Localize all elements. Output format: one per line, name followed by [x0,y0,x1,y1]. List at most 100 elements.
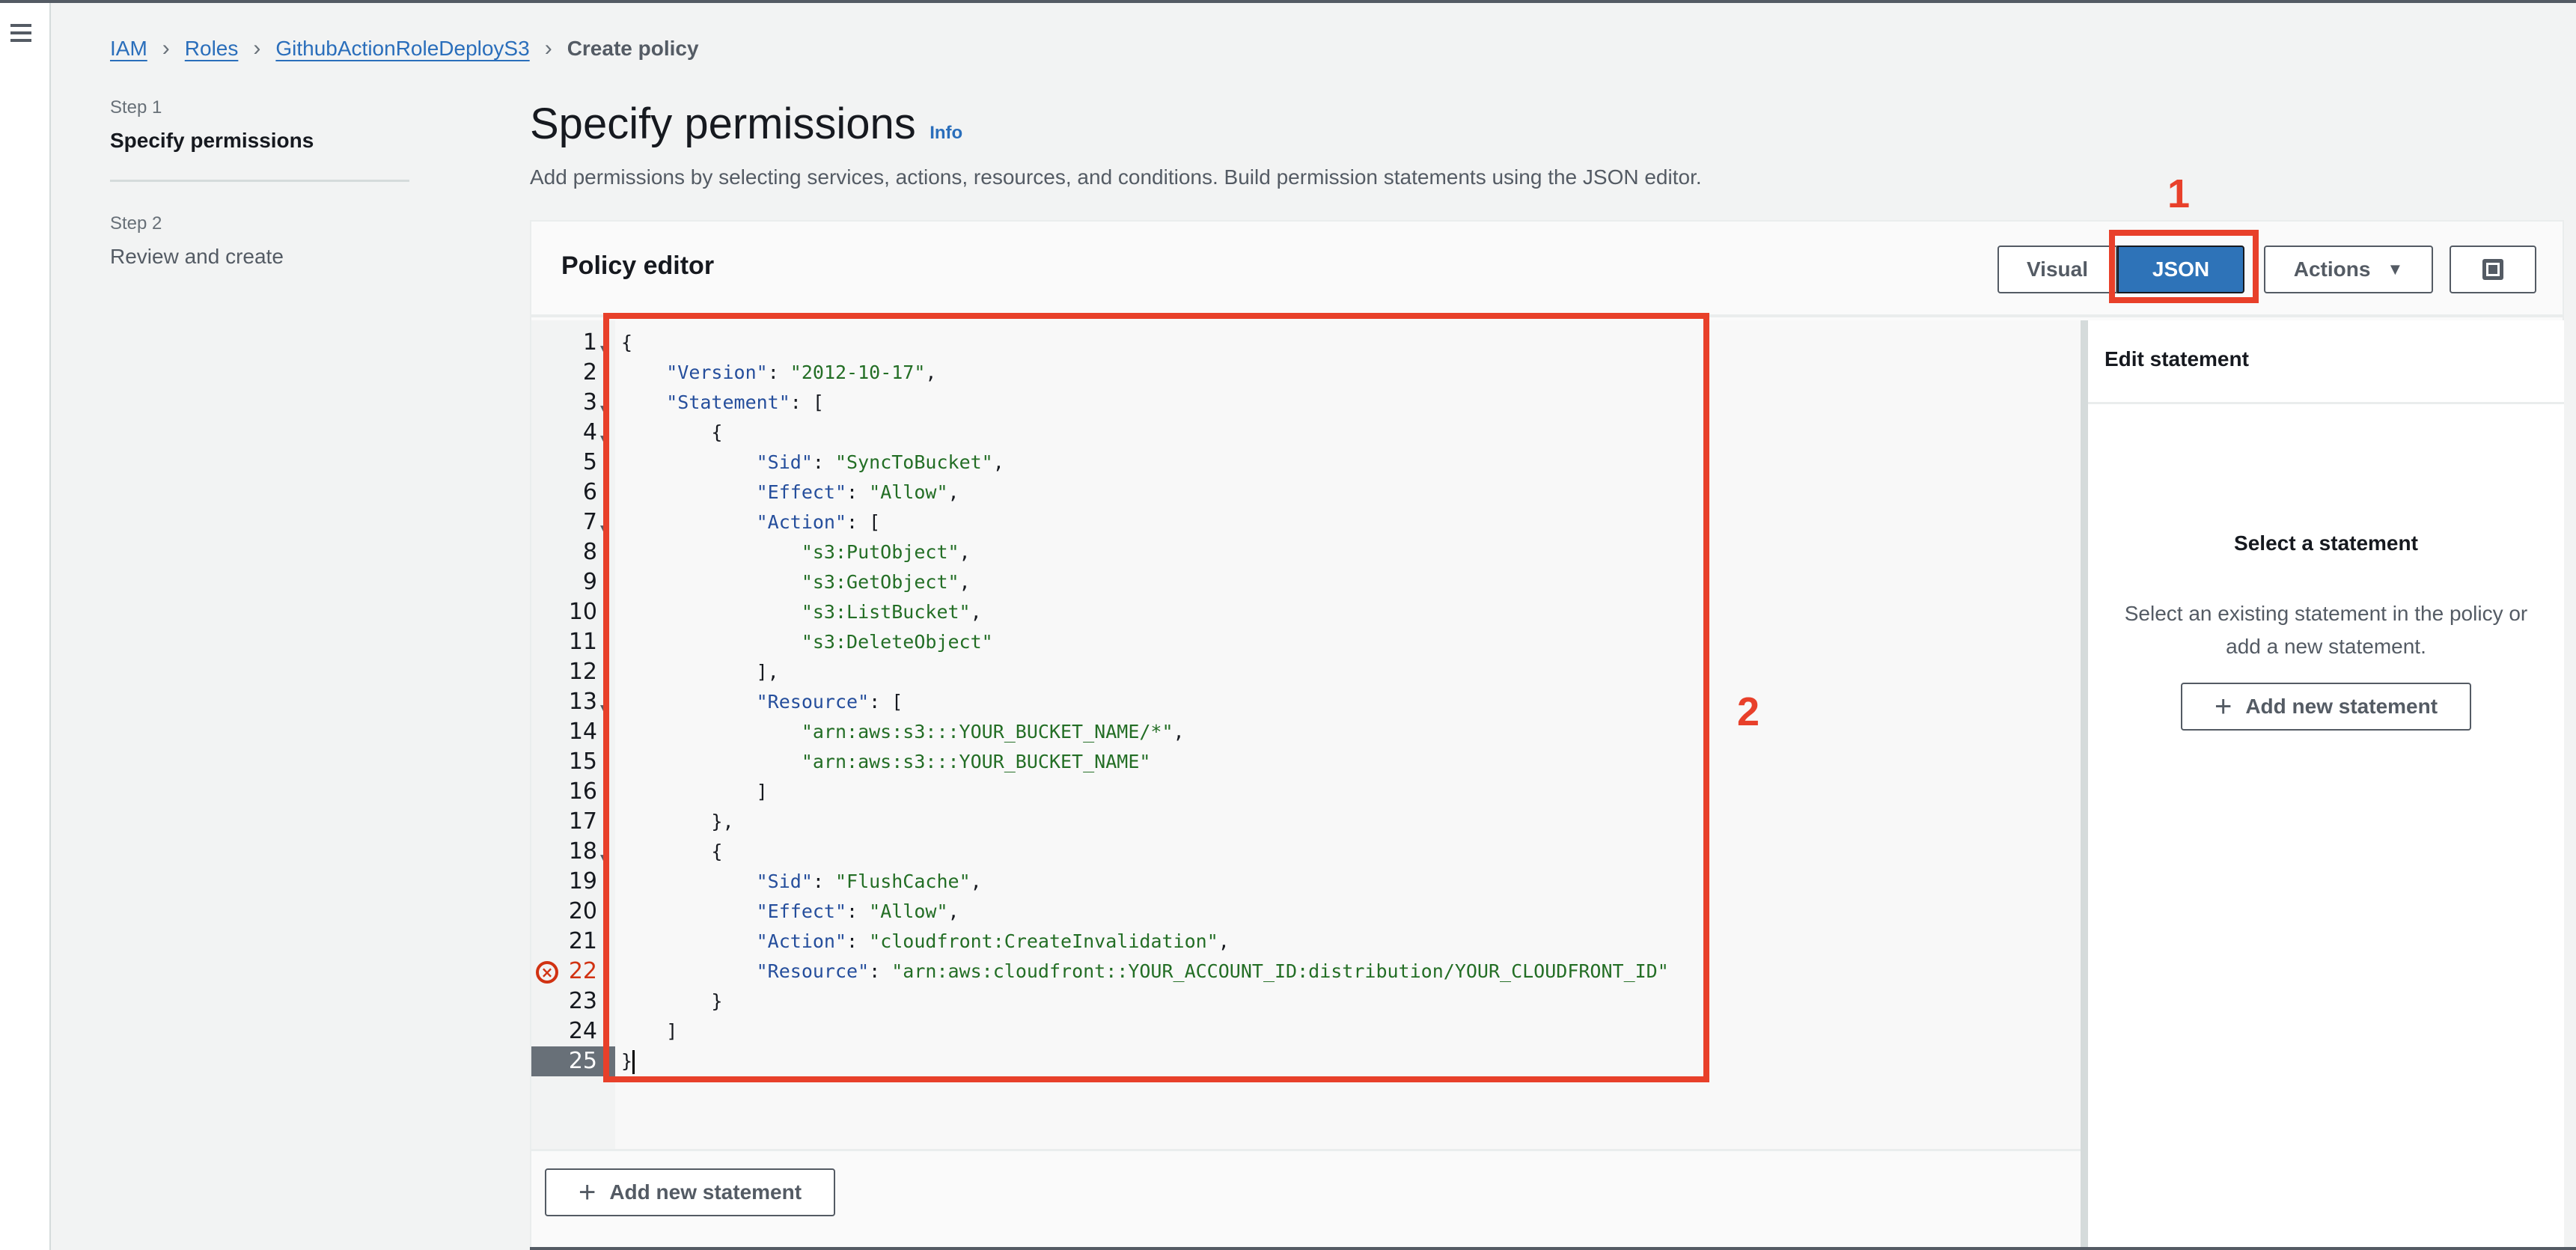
plus-icon: + [578,1176,596,1209]
json-code-editor[interactable]: 1 ▼{2 "Version": "2012-10-17", 3 ▼ "Stateme… [531,320,2081,1151]
code-line[interactable]: 11 "s3:DeleteObject" [531,627,2081,657]
chevron-right-icon: › [162,36,170,61]
page-header: Specify permissions Info Add permissions… [530,99,1702,189]
empty-state-text: Select an existing statement in the poli… [2124,602,2528,658]
empty-state-description: Select an existing statement in the poli… [2088,597,2564,663]
code-line[interactable]: 1 ▼{ [531,328,2081,358]
code-line[interactable]: 13 ▼ "Resource": [ [531,687,2081,717]
code-line[interactable]: 7 ▼ "Action": [ [531,507,2081,537]
json-punctuation [621,930,757,952]
code-line[interactable]: 5 "Sid": "SyncToBucket", [531,448,2081,478]
code-line[interactable]: 3 ▼ "Statement": [ [531,388,2081,418]
side-add-new-statement-button[interactable]: + Add new statement [2181,683,2471,731]
json-punctuation [621,960,757,982]
code-line[interactable]: 21 "Action": "cloudfront:CreateInvalidat… [531,927,2081,957]
annotation-label-1: 1 [2167,171,2191,216]
code-line[interactable]: 20 "Effect": "Allow", [531,897,2081,927]
text-cursor [632,1050,635,1074]
chevron-right-icon: › [253,36,261,61]
annotation-label-2: 2 [1737,689,1760,734]
code-text: ] [621,777,768,807]
code-line[interactable]: 14 "arn:aws:s3:::YOUR_BUCKET_NAME/*", [531,717,2081,747]
json-string: "SyncToBucket" [835,451,993,473]
code-text: "Action": [ [621,507,881,537]
wizard-steps: Step 1 Specify permissions Step 2 Review… [110,97,409,269]
code-line[interactable]: 6 "Effect": "Allow", [531,478,2081,507]
line-number: 4 [582,419,597,445]
panel-resize-handle[interactable] [2081,320,2088,1250]
code-line[interactable]: 8 "s3:PutObject", [531,537,2081,567]
code-line[interactable]: 18 ▼ { [531,837,2081,867]
json-string: "arn:aws:s3:::YOUR_BUCKET_NAME/*" [801,721,1173,743]
code-line[interactable]: 19 "Sid": "FlushCache", [531,867,2081,897]
code-line[interactable]: 4 ▼ { [531,418,2081,448]
line-number: 23 [568,988,597,1014]
json-punctuation: ] [621,781,768,802]
code-text: }, [621,807,733,837]
line-number: 1 [582,329,597,356]
breadcrumb-role[interactable]: GithubActionRoleDeployS3 [275,37,529,61]
code-text: } [621,1046,635,1076]
json-key: "Sid" [756,871,813,892]
json-string: "2012-10-17" [790,362,926,383]
code-line[interactable]: 12 ], [531,657,2081,687]
line-number: 14 [568,719,597,745]
json-punctuation [621,751,802,772]
code-line[interactable]: 23 } [531,987,2081,1016]
json-punctuation: : [812,451,835,473]
json-punctuation: , [970,871,982,892]
code-line[interactable]: 25} [531,1046,2081,1076]
json-string: "s3:ListBucket" [801,601,971,623]
add-new-statement-button[interactable]: + Add new statement [545,1168,835,1216]
split-panel-icon [2482,259,2503,280]
code-text: "Resource": "arn:aws:cloudfront::YOUR_AC… [621,957,1669,987]
line-number: 19 [568,868,597,894]
breadcrumb-roles[interactable]: Roles [185,37,239,61]
toggle-side-panel-button[interactable] [2450,246,2536,293]
code-line[interactable]: 10 "s3:ListBucket", [531,597,2081,627]
code-text: "Statement": [ [621,388,824,418]
line-number: 9 [582,569,597,595]
line-number: 20 [568,898,597,924]
code-line[interactable]: 24 ] [531,1016,2081,1046]
visual-mode-button[interactable]: Visual [1997,246,2117,293]
code-text: "Effect": "Allow", [621,478,959,507]
code-line[interactable]: 16 ] [531,777,2081,807]
code-line[interactable]: 17 }, [531,807,2081,837]
step-2-label: Step 2 [110,213,162,234]
empty-state-title: Select a statement [2234,531,2418,555]
code-text: "s3:ListBucket", [621,597,982,627]
chevron-right-icon: › [544,36,552,61]
json-punctuation: { [621,841,723,862]
json-punctuation: : [869,960,892,982]
json-mode-button[interactable]: JSON [2117,246,2244,293]
code-lines[interactable]: 1 ▼{2 "Version": "2012-10-17", 3 ▼ "Stateme… [531,328,2081,1076]
json-punctuation: , [970,601,982,623]
actions-dropdown-button[interactable]: Actions ▼ [2264,246,2433,293]
json-punctuation: , [992,451,1004,473]
policy-editor-title: Policy editor [561,251,715,280]
breadcrumb-iam[interactable]: IAM [110,37,147,61]
hamburger-menu-icon[interactable] [10,24,31,43]
code-line[interactable]: 9 "s3:GetObject", [531,567,2081,597]
code-text: "Sid": "SyncToBucket", [621,448,1004,478]
json-string: "Allow" [869,481,948,503]
json-punctuation [621,541,802,563]
json-punctuation: : [ [846,511,881,533]
code-line[interactable]: × 22 "Resource": "arn:aws:cloudfront::YOU… [531,957,2081,987]
json-key: "Version" [666,362,768,383]
json-string: "FlushCache" [835,871,971,892]
json-key: "Effect" [756,481,847,503]
json-punctuation: ], [621,661,779,683]
code-text: "Resource": [ [621,687,903,717]
code-text: ] [621,1016,677,1046]
policy-editor: Policy editor Visual JSON Actions ▼ 1 ▼{2… [530,220,2564,1250]
info-link[interactable]: Info [930,123,962,143]
line-number: 24 [568,1018,597,1044]
code-line[interactable]: 2 "Version": "2012-10-17", [531,358,2081,388]
left-nav-rail [0,3,51,1250]
json-string: "s3:PutObject" [801,541,959,563]
json-punctuation [621,721,802,743]
code-line[interactable]: 15 "arn:aws:s3:::YOUR_BUCKET_NAME" [531,747,2081,777]
step-1-title[interactable]: Specify permissions [110,129,409,153]
